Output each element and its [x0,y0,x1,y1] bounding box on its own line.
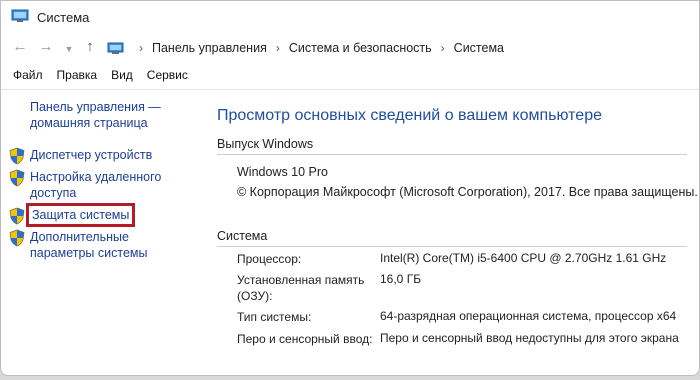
shield-icon [9,229,25,247]
windows-edition: Windows 10 Pro [237,165,329,179]
system-type-value: 64-разрядная операционная система, проце… [380,309,677,323]
sidebar-item-device-manager[interactable]: Диспетчер устройств [9,147,195,165]
menu-tools[interactable]: Сервис [147,68,188,82]
sidebar-item-label: Защита системы [25,203,136,227]
pen-touch-label: Перо и сенсорный ввод: [237,332,373,346]
sidebar-item-label: Дополнительные параметры системы [30,230,148,260]
recent-locations-chevron-icon[interactable]: ▼ [60,40,78,58]
address-bar[interactable]: › Панель управления › Система и безопасн… [105,37,695,59]
sidebar-item-system-protection[interactable]: Защита системы [9,203,136,227]
menu-edit[interactable]: Правка [57,68,98,82]
computer-icon [11,9,29,22]
shield-icon [9,207,25,225]
forward-arrow-icon[interactable]: → [37,38,55,56]
sidebar-item-remote-access[interactable]: Настройка удаленного доступа [9,169,195,201]
breadcrumb-separator-icon: › [275,41,280,55]
system-window: Система ← → ▼ ↑ › Панель управления › Си… [0,0,700,376]
window-title: Система [37,10,90,25]
breadcrumb-system-security[interactable]: Система и безопасность [289,41,432,55]
breadcrumb-separator-icon: › [139,41,143,55]
pen-touch-value: Перо и сенсорный ввод недоступны для это… [380,331,679,345]
breadcrumb-separator-icon: › [440,41,445,55]
title-bar: Система [1,1,699,35]
copyright-text: © Корпорация Майкрософт (Microsoft Corpo… [237,185,698,199]
processor-value: Intel(R) Core(TM) i5-6400 CPU @ 2.70GHz … [380,251,667,265]
back-arrow-icon[interactable]: ← [11,38,29,56]
breadcrumb-system[interactable]: Система [454,41,504,55]
menu-divider [1,89,699,90]
control-panel-icon [107,42,124,54]
edition-section-title: Выпуск Windows [217,137,314,151]
breadcrumb-control-panel[interactable]: Панель управления [152,41,267,55]
shield-icon [9,169,25,187]
system-divider [217,246,687,247]
system-section-title: Система [217,229,268,243]
menu-file[interactable]: Файл [13,68,43,82]
shield-icon [9,147,25,165]
edition-divider [217,154,687,155]
memory-value: 16,0 ГБ [380,272,422,286]
menu-view[interactable]: Вид [111,68,133,82]
memory-label: Установленная память (ОЗУ): [237,273,365,303]
navigation-bar: ← → ▼ ↑ › Панель управления › Система и … [1,35,699,61]
sidebar-home-link[interactable]: Панель управления — домашняя страница [30,99,200,131]
system-type-label: Тип системы: [237,310,312,324]
sidebar-item-advanced-settings[interactable]: Дополнительные параметры системы [9,229,195,261]
menu-bar: Файл Правка Вид Сервис [1,64,699,86]
sidebar-item-label: Диспетчер устройств [30,148,153,162]
up-arrow-icon[interactable]: ↑ [81,38,99,56]
sidebar-item-label: Настройка удаленного доступа [30,170,162,200]
page-title: Просмотр основных сведений о вашем компь… [217,107,602,124]
processor-label: Процессор: [237,252,302,266]
